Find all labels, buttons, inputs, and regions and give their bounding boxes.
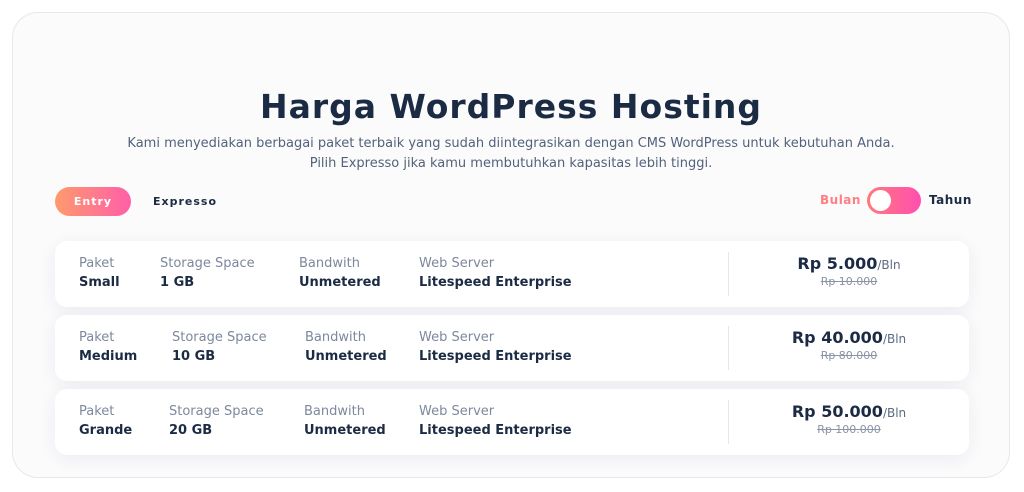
plan-row-medium[interactable]: Paket Medium Storage Space 10 GB Bandwit… — [55, 315, 969, 381]
storage-label: Storage Space — [172, 330, 267, 345]
plan-row-grande[interactable]: Paket Grande Storage Space 20 GB Bandwit… — [55, 389, 969, 455]
old-price: Rp 100.000 — [817, 423, 881, 436]
price-amount: Rp 5.000 — [797, 254, 878, 273]
bandwidth-label: Bandwith — [305, 330, 366, 345]
bandwidth-label: Bandwith — [304, 404, 365, 419]
price-block: Rp 50.000/Bln Rp 100.000 — [729, 402, 969, 436]
page-subtitle: Kami menyediakan berbagai paket terbaik … — [13, 134, 1009, 174]
server-value: Litespeed Enterprise — [419, 349, 572, 364]
bandwidth-value: Unmetered — [305, 349, 387, 364]
storage-label: Storage Space — [160, 256, 255, 271]
server-value: Litespeed Enterprise — [419, 423, 572, 438]
subtitle-line-2: Pilih Expresso jika kamu membutuhkan kap… — [309, 156, 713, 171]
tab-expresso[interactable]: Expresso — [147, 187, 223, 216]
storage-value: 10 GB — [172, 349, 216, 364]
server-col: Web Server Litespeed Enterprise — [419, 256, 572, 290]
subtitle-line-1: Kami menyediakan berbagai paket terbaik … — [127, 136, 895, 151]
plan-name-col: Paket Medium — [79, 330, 137, 364]
storage-col: Storage Space 20 GB — [169, 404, 264, 438]
bandwidth-value: Unmetered — [299, 275, 381, 290]
tab-entry[interactable]: Entry — [55, 187, 131, 216]
plan-name: Medium — [79, 349, 138, 364]
plan-row-small[interactable]: Paket Small Storage Space 1 GB Bandwith … — [55, 241, 969, 307]
toggle-knob — [870, 190, 891, 211]
server-label: Web Server — [419, 330, 495, 345]
paket-label: Paket — [79, 330, 115, 345]
price-block: Rp 40.000/Bln Rp 80.000 — [729, 328, 969, 362]
server-label: Web Server — [419, 256, 495, 271]
plan-name: Grande — [79, 423, 133, 438]
price-period: /Bln — [877, 258, 901, 272]
paket-label: Paket — [79, 256, 115, 271]
price-amount: Rp 50.000 — [791, 402, 883, 421]
price-amount: Rp 40.000 — [791, 328, 883, 347]
billing-yearly-label[interactable]: Tahun — [929, 193, 972, 207]
server-col: Web Server Litespeed Enterprise — [419, 404, 572, 438]
storage-col: Storage Space 10 GB — [172, 330, 267, 364]
price-block: Rp 5.000/Bln Rp 10.000 — [729, 254, 969, 288]
server-col: Web Server Litespeed Enterprise — [419, 330, 572, 364]
bandwidth-col: Bandwith Unmetered — [304, 404, 386, 438]
old-price: Rp 80.000 — [820, 349, 878, 362]
old-price: Rp 10.000 — [820, 275, 878, 288]
plan-name-col: Paket Grande — [79, 404, 132, 438]
plan-name-col: Paket Small — [79, 256, 120, 290]
price-period: /Bln — [882, 406, 907, 420]
billing-period-toggle[interactable] — [867, 187, 921, 214]
storage-col: Storage Space 1 GB — [160, 256, 255, 290]
bandwidth-label: Bandwith — [299, 256, 360, 271]
bandwidth-col: Bandwith Unmetered — [305, 330, 387, 364]
plan-name: Small — [79, 275, 120, 290]
bandwidth-value: Unmetered — [304, 423, 386, 438]
paket-label: Paket — [79, 404, 115, 419]
page-title: Harga WordPress Hosting — [259, 87, 763, 126]
server-value: Litespeed Enterprise — [419, 275, 572, 290]
server-label: Web Server — [419, 404, 495, 419]
storage-value: 20 GB — [169, 423, 213, 438]
bandwidth-col: Bandwith Unmetered — [299, 256, 381, 290]
billing-monthly-label[interactable]: Bulan — [820, 193, 861, 207]
storage-value: 1 GB — [160, 275, 195, 290]
price-period: /Bln — [882, 332, 907, 346]
pricing-card: Harga WordPress Hosting Kami menyediakan… — [12, 12, 1010, 478]
storage-label: Storage Space — [169, 404, 264, 419]
